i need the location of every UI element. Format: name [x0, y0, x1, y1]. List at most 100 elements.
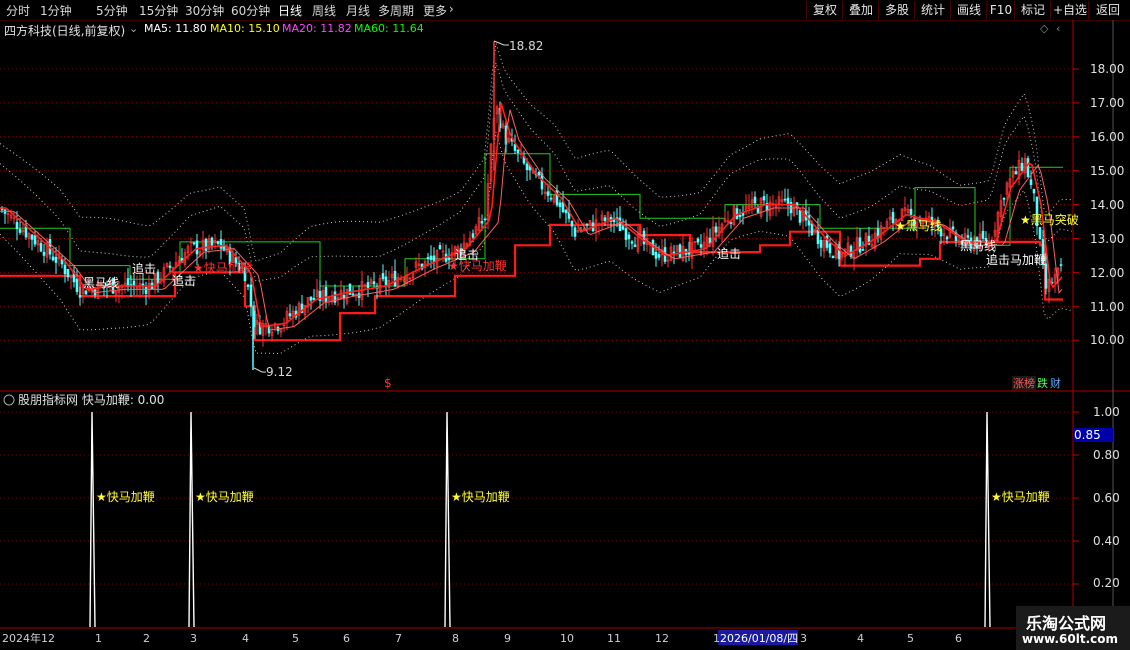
- candle-body: [144, 286, 148, 294]
- candle-body: [429, 255, 433, 260]
- price-axis: 18.00 17.00 16.00 15.00 14.00 13.00 12.0…: [1090, 62, 1124, 347]
- candle-body: [426, 257, 430, 259]
- tab-1min[interactable]: 1分钟: [40, 2, 72, 19]
- fuquan-button[interactable]: 复权: [806, 1, 843, 19]
- add-watchlist-button[interactable]: +自选: [1050, 1, 1089, 19]
- tab-5min[interactable]: 5分钟: [96, 2, 128, 19]
- candle-body: [966, 235, 970, 238]
- tab-30min[interactable]: 30分钟: [185, 2, 224, 19]
- date-tick: 12: [655, 632, 669, 645]
- candle-body: [951, 226, 955, 230]
- date-tick: 7: [395, 632, 402, 645]
- candle-body: [51, 256, 55, 261]
- mark-button[interactable]: 标记: [1014, 1, 1051, 19]
- price-tick: 17.00: [1090, 96, 1124, 110]
- indicator-spike: [89, 411, 96, 628]
- signal-horse: ★快马加鞭: [448, 259, 507, 273]
- candle-body: [1026, 158, 1030, 178]
- candle-body: [714, 226, 718, 233]
- indicator-spike: [444, 411, 451, 628]
- candle-body: [42, 251, 46, 256]
- high-price-label: 18.82: [509, 39, 543, 53]
- candle-body: [558, 202, 562, 208]
- candle-body: [858, 237, 862, 253]
- spike-label: ★快马加鞭: [991, 490, 1050, 504]
- indicator-header: 股朋指标网 快马加鞭: 0.00: [3, 392, 164, 407]
- candle-body: [480, 221, 484, 224]
- candle-body: [621, 226, 625, 230]
- stats-button[interactable]: 统计: [914, 1, 951, 19]
- tab-monthly[interactable]: 月线: [346, 2, 370, 19]
- candle-body: [168, 265, 172, 268]
- candlesticks: [0, 41, 1063, 371]
- candle-body: [219, 239, 223, 249]
- chevron-right-icon[interactable]: ›: [449, 2, 454, 16]
- candle-body: [1059, 264, 1063, 266]
- candle-body: [15, 222, 19, 230]
- signal-dark-horse-2: 黑马线: [960, 239, 996, 253]
- candle-body: [729, 222, 733, 224]
- candle-body: [351, 293, 355, 296]
- candle-body: [699, 244, 703, 248]
- candle-body: [84, 290, 88, 295]
- candle-body: [1038, 227, 1042, 240]
- candle-body: [981, 230, 985, 239]
- candle-body: [654, 251, 658, 259]
- date-tick: 6: [955, 632, 962, 645]
- candle-body: [549, 197, 553, 200]
- watermark-url: www.60lt.com: [1022, 632, 1119, 646]
- indicator-tick: 0.80: [1093, 448, 1120, 462]
- candle-body: [432, 255, 436, 262]
- draw-line-button[interactable]: 画线: [950, 1, 987, 19]
- date-tick: 10: [560, 632, 574, 645]
- candle-body: [1029, 179, 1033, 186]
- low-price-label: 9.12: [266, 365, 293, 379]
- indicator-tick: 0.40: [1093, 534, 1120, 548]
- back-button[interactable]: 返回: [1088, 1, 1127, 19]
- tab-weekly[interactable]: 周线: [312, 2, 336, 19]
- tab-more[interactable]: 更多: [423, 2, 447, 19]
- candle-body: [384, 276, 388, 286]
- tab-15min[interactable]: 15分钟: [139, 2, 178, 19]
- spike-label: ★快马加鞭: [451, 490, 510, 504]
- candle-body: [627, 234, 631, 240]
- tab-timeshare[interactable]: 分时: [6, 2, 30, 19]
- signal-horse: ★快马加鞭: [193, 261, 252, 275]
- tab-multi-period[interactable]: 多周期: [378, 2, 414, 19]
- site-watermark: 乐淘公式网 www.60lt.com: [1016, 606, 1130, 650]
- candle-body: [393, 270, 397, 287]
- candle-body: [603, 217, 607, 222]
- price-tick: 12.00: [1090, 266, 1124, 280]
- overlay-button[interactable]: 叠加: [842, 1, 879, 19]
- candle-body: [204, 238, 208, 251]
- rank-badge[interactable]: 涨榜 跌 财: [1012, 376, 1061, 390]
- candle-body: [483, 218, 487, 221]
- candle-body: [54, 256, 58, 263]
- candle-body: [18, 229, 22, 233]
- tab-60min[interactable]: 60分钟: [231, 2, 270, 19]
- date-tick: 5: [292, 632, 299, 645]
- date-tick: 4: [242, 632, 249, 645]
- candle-body: [831, 255, 835, 259]
- candle-body: [33, 235, 37, 245]
- candle-body: [762, 196, 766, 201]
- candle-body: [78, 294, 82, 298]
- date-tick: 5: [907, 632, 914, 645]
- date-tick: 3: [800, 632, 807, 645]
- kline-chart[interactable]: 18.00 17.00 16.00 15.00 14.00 13.00 12.0…: [0, 20, 1130, 650]
- candle-body: [738, 214, 742, 217]
- price-tick: 13.00: [1090, 232, 1124, 246]
- tab-daily[interactable]: 日线: [278, 2, 302, 19]
- multi-stock-button[interactable]: 多股: [878, 1, 915, 19]
- candle-body: [564, 209, 568, 214]
- candle-body: [753, 196, 757, 204]
- f10-button[interactable]: F10: [986, 1, 1015, 19]
- candle-body: [372, 281, 376, 285]
- candle-body: [249, 284, 253, 307]
- envelope-bands: [0, 43, 1073, 355]
- candle-body: [1002, 198, 1006, 200]
- signal-dark-horse-2: 黑马线: [83, 276, 119, 290]
- candle-body: [513, 144, 517, 151]
- candle-body: [537, 171, 541, 176]
- candle-body: [861, 249, 865, 251]
